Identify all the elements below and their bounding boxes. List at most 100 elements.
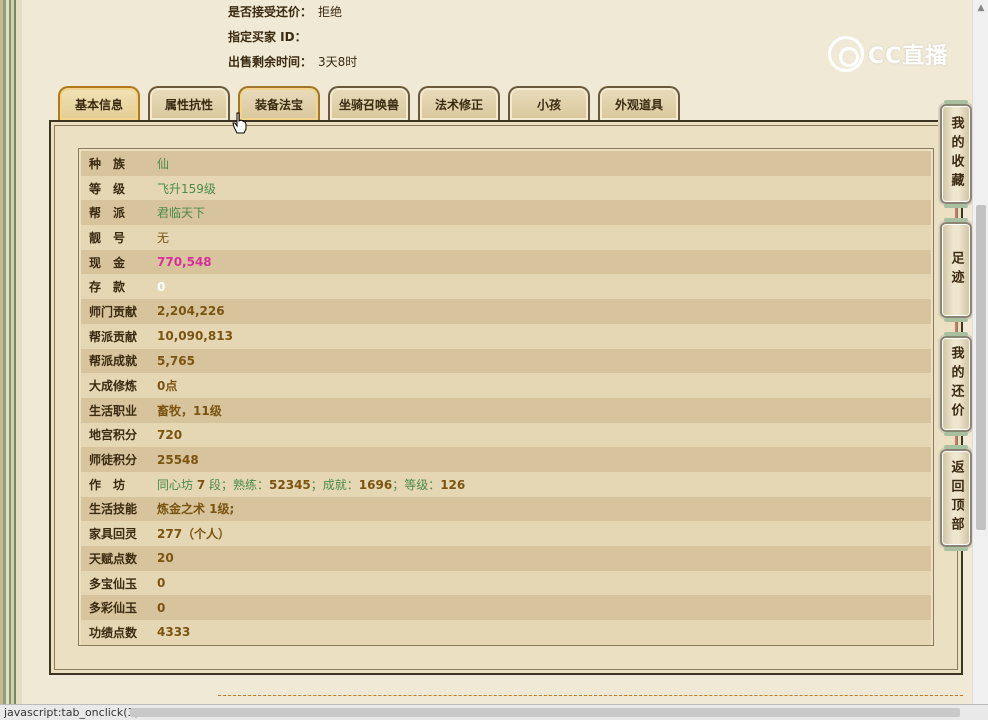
row-value: 畜牧，11级 <box>157 403 222 418</box>
row-label: 现 金 <box>89 255 126 270</box>
workshop-name: 同心坊 <box>157 477 197 492</box>
row-label: 生活职业 <box>89 403 138 418</box>
status-bar: javascript:tab_onclick(3); <box>0 704 988 720</box>
workshop-value: 同心坊 7 段；熟练：52345；成就：1696；等级：126 <box>157 476 465 493</box>
table-row: 帮派成就 5,765 <box>81 348 931 374</box>
basic-info-table: 种 族 仙 等 级 飞升159级 帮 派 君临天下 靓 号 无 现 金 770,548 存… <box>78 148 934 646</box>
tab-equipment[interactable]: 装备法宝 <box>238 86 320 120</box>
row-value: 2,204,226 <box>157 304 225 319</box>
deposit-value: 0 <box>157 279 166 294</box>
table-row: 靓 号无 <box>81 225 931 250</box>
dotted-divider <box>218 695 963 696</box>
row-label: 地宫积分 <box>89 428 138 443</box>
row-label: 师门贡献 <box>89 304 138 319</box>
row-label: 多宝仙玉 <box>89 576 138 591</box>
table-row: 帮派贡献 10,090,813 <box>81 323 931 349</box>
logo-icon <box>828 36 864 72</box>
remaining-time-value: 3天8时 <box>318 55 358 69</box>
workshop-achievement-label: ；成就： <box>310 477 359 492</box>
tab-child[interactable]: 小孩 <box>508 86 590 120</box>
counter-offer-info: 是否接受还价： 拒绝 <box>228 3 342 20</box>
cash-value: 770,548 <box>157 255 212 270</box>
table-row: 现 金 770,548 <box>81 249 931 275</box>
tab-mounts-pets[interactable]: 坐骑召唤兽 <box>328 86 410 120</box>
buyer-id-info: 指定买家 ID： <box>228 28 313 45</box>
table-row: 生活职业 畜牧，11级 <box>81 397 931 423</box>
status-text: javascript:tab_onclick(3); <box>4 706 143 719</box>
row-label: 大成修炼 <box>89 379 138 394</box>
row-value: 4333 <box>157 625 191 640</box>
remaining-time-label: 出售剩余时间： <box>228 55 313 69</box>
row-value: 720 <box>157 427 183 442</box>
row-value: 0 <box>157 600 166 615</box>
row-value: 君临天下 <box>157 206 206 221</box>
row-label: 帮派成就 <box>89 354 138 369</box>
horizontal-scrollbar[interactable] <box>130 708 960 717</box>
row-label: 天赋点数 <box>89 551 138 566</box>
table-row: 种 族仙 <box>81 151 931 176</box>
workshop-proficiency-label: 段；熟练： <box>205 477 270 492</box>
row-value: 0点 <box>157 379 178 394</box>
row-label: 帮派贡献 <box>89 329 138 344</box>
back-to-top-button[interactable]: 返回顶部 <box>940 445 972 551</box>
vertical-scrollbar[interactable]: ▲ <box>972 0 988 704</box>
workshop-level-label: ；等级： <box>392 477 441 492</box>
tab-appearance[interactable]: 外观道具 <box>598 86 680 120</box>
row-label: 靓 号 <box>89 230 126 245</box>
row-value: 炼金之术 1级; <box>157 502 235 517</box>
logo-text: CC直播 <box>868 44 949 69</box>
row-label: 师徒积分 <box>89 453 138 468</box>
left-decor-border <box>0 0 22 720</box>
tab-spell-fix[interactable]: 法术修正 <box>418 86 500 120</box>
scroll-thumb[interactable] <box>976 205 986 530</box>
row-label: 种 族 <box>89 156 126 171</box>
table-row: 天赋点数 20 <box>81 546 931 571</box>
buyer-id-label: 指定买家 ID： <box>228 30 307 44</box>
row-label: 生活技能 <box>89 502 138 517</box>
table-row: 功绩点数 4333 <box>81 620 931 645</box>
table-row: 多宝仙玉 0 <box>81 570 931 596</box>
workshop-level: 126 <box>440 477 466 492</box>
table-row: 地宫积分 720 <box>81 422 931 448</box>
tab-basic-info[interactable]: 基本信息 <box>58 86 140 120</box>
table-row: 师门贡献 2,204,226 <box>81 299 931 324</box>
table-row: 生活技能 炼金之术 1级; <box>81 496 931 522</box>
counter-offer-label: 是否接受还价： <box>228 5 313 19</box>
counter-offer-value: 拒绝 <box>318 5 343 19</box>
tab-attributes[interactable]: 属性抗性 <box>148 86 230 120</box>
hand-cursor-icon <box>232 112 247 134</box>
row-label: 存 款 <box>89 280 126 295</box>
table-row: 师徒积分 25548 <box>81 447 931 472</box>
remaining-time-info: 出售剩余时间： 3天8时 <box>228 53 357 70</box>
workshop-proficiency: 52345 <box>269 477 311 492</box>
row-value: 飞升159级 <box>157 181 216 196</box>
row-value: 无 <box>157 230 170 245</box>
table-row: 多彩仙玉 0 <box>81 595 931 621</box>
my-counter-offer-button[interactable]: 我的还价 <box>940 332 972 436</box>
tab-bar: 基本信息 属性抗性 装备法宝 坐骑召唤兽 法术修正 小孩 外观道具 <box>58 86 688 122</box>
table-row: 大成修炼 0点 <box>81 373 931 398</box>
workshop-rank: 7 <box>196 477 206 492</box>
footprint-button[interactable]: 足迹 <box>940 218 972 322</box>
row-label: 等 级 <box>89 181 126 196</box>
row-label: 功绩点数 <box>89 625 138 640</box>
row-value: 5,765 <box>157 353 195 368</box>
my-favorites-button[interactable]: 我的收藏 <box>940 100 972 208</box>
table-row: 作 坊 同心坊 7 段；熟练：52345；成就：1696；等级：126 <box>81 471 931 497</box>
cc-live-logo: CC直播 <box>828 34 958 74</box>
table-row: 存 款 0 <box>81 274 931 300</box>
row-value: 10,090,813 <box>157 329 233 344</box>
row-value: 25548 <box>157 452 199 467</box>
row-label: 帮 派 <box>89 206 126 221</box>
row-label: 家具回灵 <box>89 527 138 542</box>
row-value: 277（个人） <box>157 527 231 542</box>
row-label: 多彩仙玉 <box>89 601 138 616</box>
row-value: 20 <box>157 551 174 566</box>
row-label: 作 坊 <box>89 477 126 492</box>
row-value: 0 <box>157 576 166 591</box>
workshop-achievement: 1696 <box>358 477 393 492</box>
table-row: 帮 派 君临天下 <box>81 200 931 226</box>
table-row: 等 级 飞升159级 <box>81 175 931 201</box>
table-row: 家具回灵 277（个人） <box>81 521 931 546</box>
scroll-up-icon[interactable]: ▲ <box>973 0 988 16</box>
